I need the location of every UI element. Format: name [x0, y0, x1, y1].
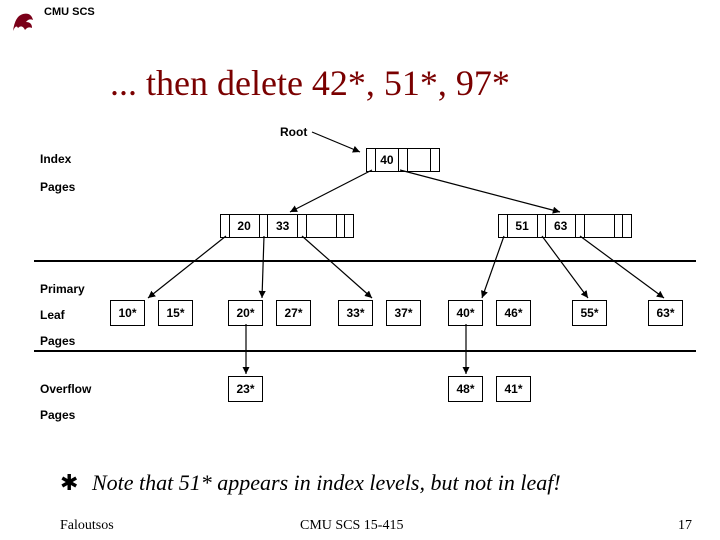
root-label: Root	[280, 125, 307, 139]
overflow-0: 23*	[228, 376, 263, 402]
leaf-0: 10*	[110, 300, 145, 326]
pages1-label: Pages	[40, 180, 75, 194]
leaf-2: 20*	[228, 300, 263, 326]
leaf-label: Leaf	[40, 308, 65, 322]
footer-page: 17	[678, 518, 692, 534]
cmu-logo	[8, 6, 38, 36]
leaf-1: 15*	[158, 300, 193, 326]
leaf-9: 63*	[648, 300, 683, 326]
idx-right-k0: 51	[508, 215, 538, 237]
pages3-label: Pages	[40, 408, 75, 422]
root-key: 40	[376, 149, 400, 171]
overflow-2: 41*	[496, 376, 531, 402]
leaf-7: 46*	[496, 300, 531, 326]
idx-right-k1: 63	[546, 215, 576, 237]
index-label: Index	[40, 152, 71, 166]
org-label: CMU SCS	[44, 6, 95, 18]
root-node: 40	[366, 148, 440, 172]
overflow-1: 48*	[448, 376, 483, 402]
idx-left-k0: 20	[230, 215, 260, 237]
separator-1	[34, 260, 696, 262]
leaf-4: 33*	[338, 300, 373, 326]
slide: CMU SCS ... then delete 42*, 51*, 97* Ro…	[0, 0, 720, 540]
leaf-3: 27*	[276, 300, 311, 326]
slide-title: ... then delete 42*, 51*, 97*	[110, 62, 510, 104]
footer-course: CMU SCS 15-415	[300, 518, 403, 534]
primary-label: Primary	[40, 282, 85, 296]
index-node-left: 20 33	[220, 214, 354, 238]
idx-left-k1: 33	[268, 215, 298, 237]
leaf-5: 37*	[386, 300, 421, 326]
note-text: Note that 51* appears in index levels, b…	[92, 470, 561, 496]
note-bullet: ✱	[60, 470, 78, 496]
index-node-right: 51 63	[498, 214, 632, 238]
pages2-label: Pages	[40, 334, 75, 348]
leaf-8: 55*	[572, 300, 607, 326]
footer-author: Faloutsos	[60, 518, 114, 534]
overflow-label: Overflow	[40, 382, 91, 396]
leaf-6: 40*	[448, 300, 483, 326]
separator-2	[34, 350, 696, 352]
